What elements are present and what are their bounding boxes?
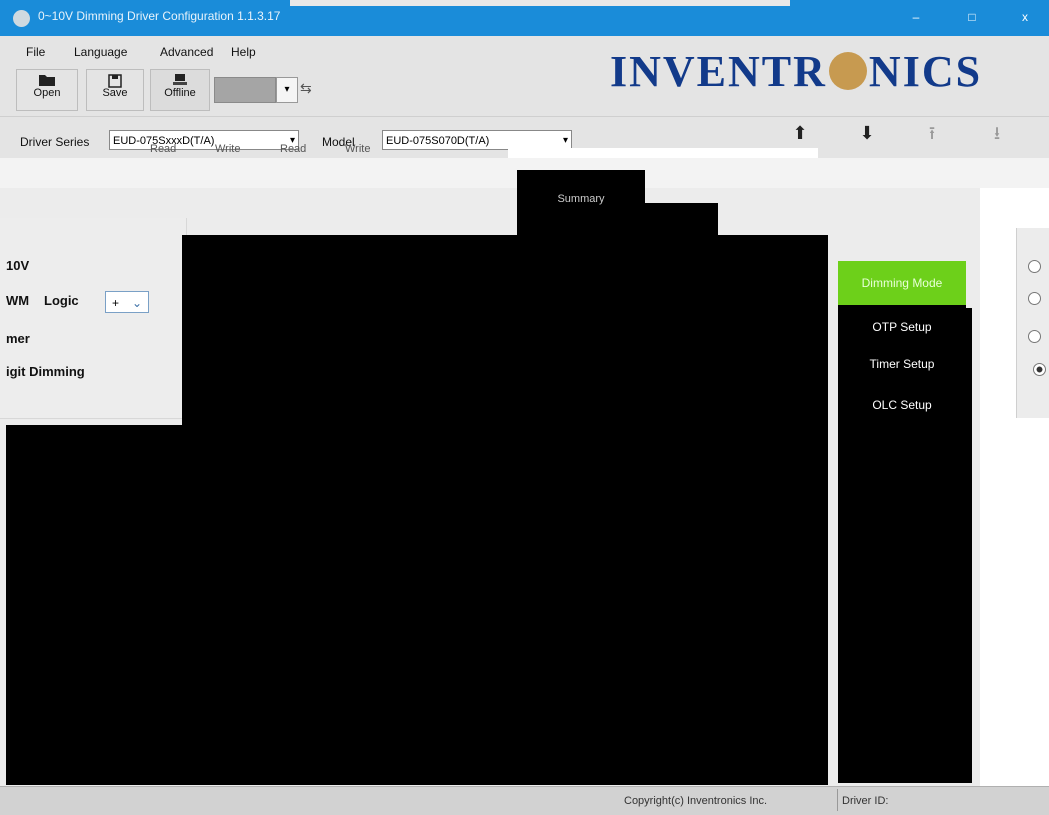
maximize-button[interactable]: □ [950, 0, 994, 36]
download-file-icon[interactable]: ⭳ [985, 122, 1009, 146]
radio-option-2[interactable] [1028, 292, 1041, 305]
ghost-write-button-2: Write [345, 143, 371, 155]
upload-file-icon[interactable]: ⭱ [920, 122, 944, 146]
offline-label: Offline [164, 87, 196, 99]
driver-id-label: Driver ID: [842, 795, 889, 807]
rendering-artifact-black-3 [612, 203, 718, 238]
radio-option-3[interactable] [1028, 330, 1041, 343]
app-icon [13, 10, 30, 27]
ghost-overlay [290, 0, 790, 6]
tab-summary-label: Summary [557, 193, 605, 205]
save-button[interactable]: Save [86, 69, 144, 111]
status-bar [0, 786, 1049, 815]
logo-globe-icon [828, 52, 867, 90]
logic-select[interactable]: + ⌄ [105, 291, 149, 313]
logo-text-left: INVENTR [610, 47, 827, 96]
open-button[interactable]: Open [16, 69, 78, 111]
folder-icon [39, 74, 55, 86]
logo-text-right: NICS [868, 47, 983, 96]
logic-label: Logic [44, 293, 79, 308]
nav-dimming-mode[interactable]: Dimming Mode [838, 261, 966, 305]
offline-button[interactable]: Offline [150, 69, 210, 111]
menu-help[interactable]: Help [231, 45, 256, 59]
nav-olc-setup[interactable]: OLC Setup [838, 383, 966, 427]
status-divider [837, 789, 838, 811]
dimming-options-panel [0, 218, 187, 419]
inventronics-logo: INVENTR NICS [610, 46, 982, 97]
render-artifact [508, 148, 818, 158]
dimming-mode-options-panel [1016, 228, 1049, 418]
close-button[interactable]: x [1003, 0, 1047, 36]
rendering-artifact-black-2 [6, 425, 828, 785]
minimize-button[interactable]: – [894, 0, 938, 36]
option-pwm[interactable]: WM [6, 293, 29, 308]
copyright-text: Copyright(c) Inventronics Inc. [624, 795, 768, 807]
nav-timer-setup[interactable]: Timer Setup [838, 342, 966, 386]
model-value: EUD-075S070D(T/A) [386, 135, 490, 147]
option-digit-dimming[interactable]: igit Dimming [6, 364, 85, 379]
floppy-icon [107, 74, 123, 88]
ghost-write-button: Write [215, 143, 241, 155]
usb-icon: ⇆ [300, 80, 312, 96]
open-label: Open [33, 87, 61, 99]
title-bar: 0~10V Dimming Driver Configuration 1.1.3… [0, 0, 1049, 36]
port-select[interactable] [214, 77, 276, 103]
download-icon[interactable]: ⬇ [855, 122, 879, 146]
driver-series-label: Driver Series [20, 135, 90, 149]
radio-option-4-selected[interactable] [1033, 363, 1046, 376]
option-0-10v[interactable]: 10V [6, 258, 29, 273]
computer-icon [172, 74, 188, 86]
menu-advanced[interactable]: Advanced [160, 45, 213, 59]
model-select[interactable]: EUD-075S070D(T/A) ▾ [382, 130, 572, 150]
driver-series-select[interactable]: EUD-075SxxxD(T/A) ▾ [109, 130, 299, 150]
menu-file[interactable]: File [26, 45, 45, 59]
save-label: Save [102, 87, 128, 99]
chevron-down-icon[interactable]: ▾ [276, 77, 298, 103]
radio-option-1[interactable] [1028, 260, 1041, 273]
ghost-read-button: Read [150, 143, 177, 155]
option-timer[interactable]: mer [6, 331, 30, 346]
upload-icon[interactable]: ⬆ [788, 122, 812, 146]
menu-language[interactable]: Language [74, 45, 127, 59]
chevron-down-icon: ⌄ [131, 296, 142, 310]
window-title: 0~10V Dimming Driver Configuration 1.1.3… [38, 9, 281, 23]
ghost-read-button-2: Read [280, 143, 307, 155]
logic-value: + [112, 296, 120, 310]
